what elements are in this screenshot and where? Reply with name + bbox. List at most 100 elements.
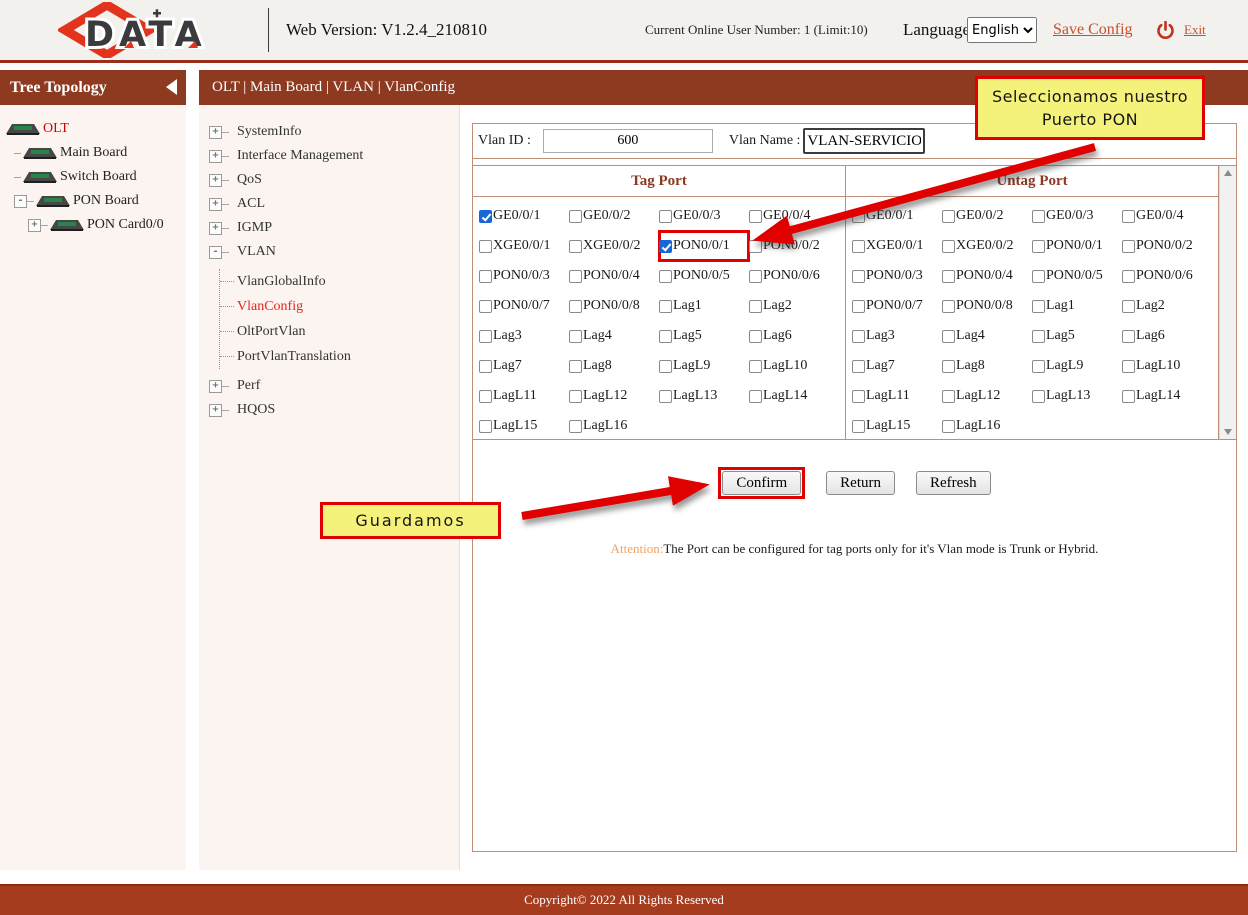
scrollbar-up-icon[interactable] [1224, 170, 1232, 176]
untag-port-pon0-0-6[interactable]: PON0/0/6 [1122, 261, 1215, 291]
vlan-name-input[interactable] [803, 128, 925, 154]
checkbox[interactable] [1032, 360, 1045, 373]
tree-item-main-board[interactable]: Main Board [14, 141, 186, 165]
checkbox[interactable] [852, 330, 865, 343]
expander-icon[interactable]: + [28, 219, 41, 232]
nav-item-vlan[interactable]: -VLAN [209, 240, 459, 264]
checkbox[interactable] [569, 210, 582, 223]
tag-port-lag4[interactable]: Lag4 [569, 321, 659, 351]
untag-port-ge0-0-3[interactable]: GE0/0/3 [1032, 201, 1122, 231]
tag-port-xge0-0-1[interactable]: XGE0/0/1 [479, 231, 569, 261]
checkbox[interactable] [479, 420, 492, 433]
nav-item-igmp[interactable]: +IGMP [209, 216, 459, 240]
tree-item-switch-board[interactable]: Switch Board [14, 165, 186, 189]
checkbox[interactable] [569, 360, 582, 373]
checkbox[interactable] [749, 300, 762, 313]
tag-port-pon0-0-8[interactable]: PON0/0/8 [569, 291, 659, 321]
untag-port-xge0-0-1[interactable]: XGE0/0/1 [852, 231, 942, 261]
tag-port-lagl9[interactable]: LagL9 [659, 351, 749, 381]
checkbox[interactable] [659, 390, 672, 403]
checkbox[interactable] [1032, 240, 1045, 253]
untag-port-ge0-0-1[interactable]: GE0/0/1 [852, 201, 942, 231]
checkbox[interactable] [942, 390, 955, 403]
checkbox[interactable] [569, 300, 582, 313]
untag-port-pon0-0-4[interactable]: PON0/0/4 [942, 261, 1032, 291]
checkbox[interactable] [942, 330, 955, 343]
checkbox[interactable] [942, 420, 955, 433]
expander-icon[interactable]: - [209, 246, 222, 259]
untag-port-ge0-0-4[interactable]: GE0/0/4 [1122, 201, 1215, 231]
checkbox[interactable] [1032, 270, 1045, 283]
checkbox[interactable] [942, 360, 955, 373]
tree-item-olt[interactable]: OLT [4, 117, 186, 141]
untag-port-pon0-0-1[interactable]: PON0/0/1 [1032, 231, 1122, 261]
checkbox[interactable] [749, 240, 762, 253]
vlan-id-input[interactable] [543, 129, 713, 153]
nav-item-qos[interactable]: +QoS [209, 168, 459, 192]
tag-port-pon0-0-6[interactable]: PON0/0/6 [749, 261, 842, 291]
checkbox[interactable] [1032, 300, 1045, 313]
tag-port-pon0-0-3[interactable]: PON0/0/3 [479, 261, 569, 291]
checkbox[interactable] [852, 240, 865, 253]
untag-port-pon0-0-5[interactable]: PON0/0/5 [1032, 261, 1122, 291]
checkbox[interactable] [749, 210, 762, 223]
untag-port-lag3[interactable]: Lag3 [852, 321, 942, 351]
untag-port-lagl16[interactable]: LagL16 [942, 411, 1032, 441]
checkbox[interactable] [942, 210, 955, 223]
tag-port-lagl13[interactable]: LagL13 [659, 381, 749, 411]
untag-port-pon0-0-8[interactable]: PON0/0/8 [942, 291, 1032, 321]
untag-port-lag7[interactable]: Lag7 [852, 351, 942, 381]
expander-icon[interactable]: + [209, 222, 222, 235]
scrollbar-down-icon[interactable] [1224, 429, 1232, 435]
checkbox[interactable] [479, 330, 492, 343]
confirm-button[interactable]: Confirm [722, 471, 801, 495]
refresh-button[interactable]: Refresh [916, 471, 991, 495]
tag-port-lag6[interactable]: Lag6 [749, 321, 842, 351]
tree-item-pon-card0-0[interactable]: +PON Card0/0 [28, 213, 186, 237]
tag-port-lag1[interactable]: Lag1 [659, 291, 749, 321]
untag-port-pon0-0-2[interactable]: PON0/0/2 [1122, 231, 1215, 261]
checkbox[interactable] [852, 270, 865, 283]
untag-port-lag8[interactable]: Lag8 [942, 351, 1032, 381]
checkbox[interactable] [1122, 240, 1135, 253]
tag-port-ge0-0-2[interactable]: GE0/0/2 [569, 201, 659, 231]
checkbox[interactable] [479, 210, 492, 223]
untag-port-pon0-0-3[interactable]: PON0/0/3 [852, 261, 942, 291]
checkbox[interactable] [569, 270, 582, 283]
checkbox[interactable] [1122, 390, 1135, 403]
checkbox[interactable] [659, 270, 672, 283]
tag-port-ge0-0-4[interactable]: GE0/0/4 [749, 201, 842, 231]
expander-icon[interactable]: + [209, 380, 222, 393]
checkbox[interactable] [942, 270, 955, 283]
checkbox[interactable] [479, 300, 492, 313]
expander-icon[interactable]: + [209, 404, 222, 417]
exit-link[interactable]: Exit [1184, 0, 1206, 60]
untag-port-lagl13[interactable]: LagL13 [1032, 381, 1122, 411]
tag-port-lagl16[interactable]: LagL16 [569, 411, 659, 441]
checkbox[interactable] [749, 270, 762, 283]
expander-icon[interactable]: + [209, 174, 222, 187]
checkbox[interactable] [852, 210, 865, 223]
nav-item-hqos[interactable]: +HQOS [209, 398, 459, 422]
tag-port-lag2[interactable]: Lag2 [749, 291, 842, 321]
tag-port-pon0-0-2[interactable]: PON0/0/2 [749, 231, 842, 261]
tag-port-lag7[interactable]: Lag7 [479, 351, 569, 381]
nav-item-acl[interactable]: +ACL [209, 192, 459, 216]
untag-port-lag4[interactable]: Lag4 [942, 321, 1032, 351]
checkbox[interactable] [1122, 210, 1135, 223]
tag-port-lag3[interactable]: Lag3 [479, 321, 569, 351]
tree-item-pon-board[interactable]: -PON Board [14, 189, 186, 213]
untag-port-lagl10[interactable]: LagL10 [1122, 351, 1215, 381]
tag-port-lagl10[interactable]: LagL10 [749, 351, 842, 381]
checkbox[interactable] [1122, 360, 1135, 373]
expander-icon[interactable]: - [14, 195, 27, 208]
expander-icon[interactable]: + [209, 198, 222, 211]
checkbox[interactable] [659, 360, 672, 373]
nav-subitem-vlanglobalinfo[interactable]: VlanGlobalInfo [220, 269, 459, 294]
untag-port-lag6[interactable]: Lag6 [1122, 321, 1215, 351]
checkbox[interactable] [852, 360, 865, 373]
nav-subitem-oltportvlan[interactable]: OltPortVlan [220, 319, 459, 344]
untag-port-pon0-0-7[interactable]: PON0/0/7 [852, 291, 942, 321]
checkbox[interactable] [569, 240, 582, 253]
tag-port-lagl14[interactable]: LagL14 [749, 381, 842, 411]
